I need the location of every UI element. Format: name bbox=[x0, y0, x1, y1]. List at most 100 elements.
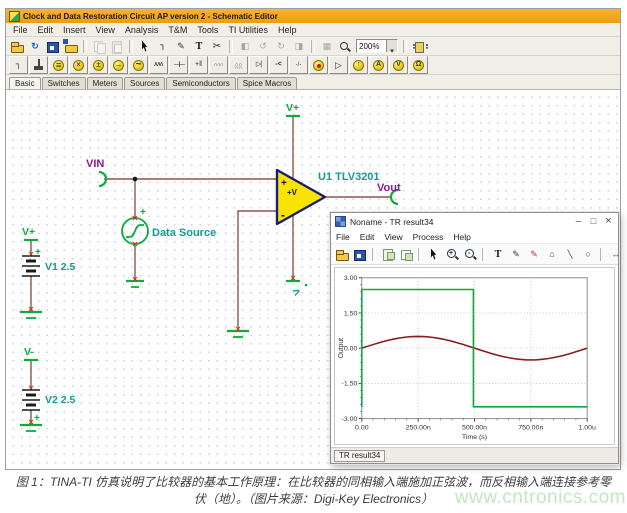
v2-value-label[interactable]: V2 2.5 bbox=[45, 394, 76, 406]
select-cursor-icon[interactable] bbox=[426, 247, 442, 262]
menu-tools[interactable]: Tools bbox=[192, 25, 223, 35]
v2-rail-label[interactable]: V- bbox=[24, 346, 34, 358]
svg-text:-1.50: -1.50 bbox=[342, 381, 358, 388]
data-source-symbol[interactable] bbox=[122, 218, 148, 244]
pen-tool-icon[interactable] bbox=[508, 247, 524, 262]
vplus-rail-label[interactable]: V+ bbox=[286, 102, 299, 114]
open-file-icon[interactable] bbox=[9, 39, 25, 54]
comp-transformer-icon[interactable] bbox=[229, 56, 248, 74]
dropdown-arrow-icon[interactable] bbox=[386, 40, 397, 52]
svg-text:Output: Output bbox=[338, 338, 345, 359]
plot-menu-edit[interactable]: Edit bbox=[355, 232, 380, 242]
comp-ammeter-icon[interactable] bbox=[369, 56, 388, 74]
menu-help[interactable]: Help bbox=[273, 25, 302, 35]
plot-toolbar bbox=[331, 244, 618, 265]
plot-window: Noname - TR result34 FileEditViewProcess… bbox=[330, 212, 619, 464]
v2-battery-symbol[interactable] bbox=[22, 390, 40, 410]
data-source-label[interactable]: Data Source bbox=[152, 227, 216, 239]
v1-value-label[interactable]: V1 2.5 bbox=[45, 261, 76, 273]
tab-basic[interactable]: Basic bbox=[9, 77, 41, 89]
comp-fuse-icon[interactable] bbox=[69, 56, 88, 74]
plot-menu-view[interactable]: View bbox=[379, 232, 407, 242]
plot-menu-help[interactable]: Help bbox=[448, 232, 475, 242]
opamp-ref-label[interactable]: U1 TLV3201 bbox=[318, 171, 380, 183]
save-icon[interactable] bbox=[352, 247, 368, 262]
open-file-icon[interactable] bbox=[334, 247, 350, 262]
maximize-icon[interactable] bbox=[586, 214, 601, 229]
tab-meters[interactable]: Meters bbox=[87, 77, 123, 89]
zoom-tool-icon[interactable] bbox=[337, 39, 353, 54]
toolbar-separator bbox=[418, 248, 422, 261]
cut-tool-icon[interactable] bbox=[209, 39, 225, 54]
stamp-icon[interactable] bbox=[544, 247, 560, 262]
wire-tool-icon[interactable] bbox=[155, 39, 171, 54]
comp-multimeter-icon[interactable] bbox=[409, 56, 428, 74]
comp-signal-generator-icon[interactable] bbox=[129, 56, 148, 74]
comp-current-source-icon[interactable] bbox=[109, 56, 128, 74]
copy-page-icon[interactable] bbox=[380, 247, 396, 262]
comp-relay-icon[interactable] bbox=[309, 56, 328, 74]
minimize-icon[interactable] bbox=[571, 214, 586, 229]
menu-edit[interactable]: Edit bbox=[33, 25, 59, 35]
tab-tr-result34[interactable]: TR result34 bbox=[334, 450, 385, 462]
comp-battery-icon[interactable] bbox=[49, 56, 68, 74]
save-icon[interactable] bbox=[45, 39, 61, 54]
v1-battery-symbol[interactable] bbox=[22, 256, 40, 276]
comp-voltmeter-icon[interactable] bbox=[389, 56, 408, 74]
plot-titlebar[interactable]: Noname - TR result34 bbox=[331, 213, 618, 230]
tab-spice-macros[interactable]: Spice Macros bbox=[237, 77, 297, 89]
comp-opamp-icon[interactable] bbox=[329, 56, 348, 74]
app-titlebar[interactable]: Clock and Data Restoration Circuit AP ve… bbox=[6, 9, 620, 23]
comp-wire-icon[interactable] bbox=[9, 56, 28, 74]
comp-inductor-icon[interactable] bbox=[209, 56, 228, 74]
menu-file[interactable]: File bbox=[8, 25, 33, 35]
line-tool-icon[interactable] bbox=[562, 247, 578, 262]
text-tool-icon[interactable] bbox=[191, 39, 207, 54]
menu-t-m[interactable]: T&M bbox=[163, 25, 192, 35]
copy-object-icon[interactable] bbox=[398, 247, 414, 262]
zoom-level-select[interactable]: 200% bbox=[356, 39, 398, 53]
svg-text:0.00: 0.00 bbox=[344, 346, 358, 353]
comp-voltage-pin-icon[interactable] bbox=[349, 56, 368, 74]
axis-x-icon[interactable] bbox=[608, 247, 624, 262]
select-cursor-icon[interactable] bbox=[137, 39, 153, 54]
refresh-icon[interactable] bbox=[27, 39, 43, 54]
comp-switch-icon[interactable] bbox=[289, 56, 308, 74]
menu-view[interactable]: View bbox=[91, 25, 120, 35]
tab-switches[interactable]: Switches bbox=[42, 77, 86, 89]
zoom-out-icon[interactable] bbox=[462, 247, 478, 262]
zoom-in-icon[interactable] bbox=[444, 247, 460, 262]
plot-menu-process[interactable]: Process bbox=[408, 232, 449, 242]
plot-app-icon bbox=[335, 216, 346, 227]
comp-polarized-capacitor-icon[interactable] bbox=[189, 56, 208, 74]
menu-analysis[interactable]: Analysis bbox=[120, 25, 164, 35]
ellipse-tool-icon[interactable] bbox=[580, 247, 596, 262]
vout-label[interactable]: Vout bbox=[377, 182, 401, 194]
plot-menu-file[interactable]: File bbox=[331, 232, 355, 242]
toolbar-separator bbox=[372, 248, 376, 261]
toolbar-separator bbox=[482, 248, 486, 261]
comp-voltage-source-icon[interactable] bbox=[89, 56, 108, 74]
comp-ground-icon[interactable] bbox=[29, 56, 48, 74]
tab-semiconductors[interactable]: Semiconductors bbox=[166, 77, 235, 89]
vin-label[interactable]: VIN bbox=[86, 158, 104, 170]
close-icon[interactable] bbox=[601, 214, 616, 229]
ic-macro-icon[interactable] bbox=[411, 39, 427, 54]
menu-insert[interactable]: Insert bbox=[58, 25, 91, 35]
comp-transistor-icon[interactable] bbox=[269, 56, 288, 74]
tab-sources[interactable]: Sources bbox=[124, 77, 165, 89]
comp-capacitor-icon[interactable] bbox=[169, 56, 188, 74]
pen-tool-icon[interactable] bbox=[173, 39, 189, 54]
pin-markers bbox=[29, 216, 295, 424]
component-toolbar bbox=[6, 56, 620, 75]
export-icon[interactable] bbox=[63, 39, 79, 54]
v1-rail-label[interactable]: V+ bbox=[22, 226, 35, 238]
text-tool-icon[interactable] bbox=[490, 247, 506, 262]
annotate-icon[interactable] bbox=[526, 247, 542, 262]
comp-resistor-icon[interactable] bbox=[149, 56, 168, 74]
flip-horizontal-icon bbox=[237, 39, 253, 54]
svg-text:3.00: 3.00 bbox=[344, 275, 358, 282]
vminus-jumper-arrow[interactable]: > bbox=[290, 284, 307, 300]
comp-diode-icon[interactable] bbox=[249, 56, 268, 74]
menu-ti-utilities[interactable]: TI Utilities bbox=[223, 25, 273, 35]
